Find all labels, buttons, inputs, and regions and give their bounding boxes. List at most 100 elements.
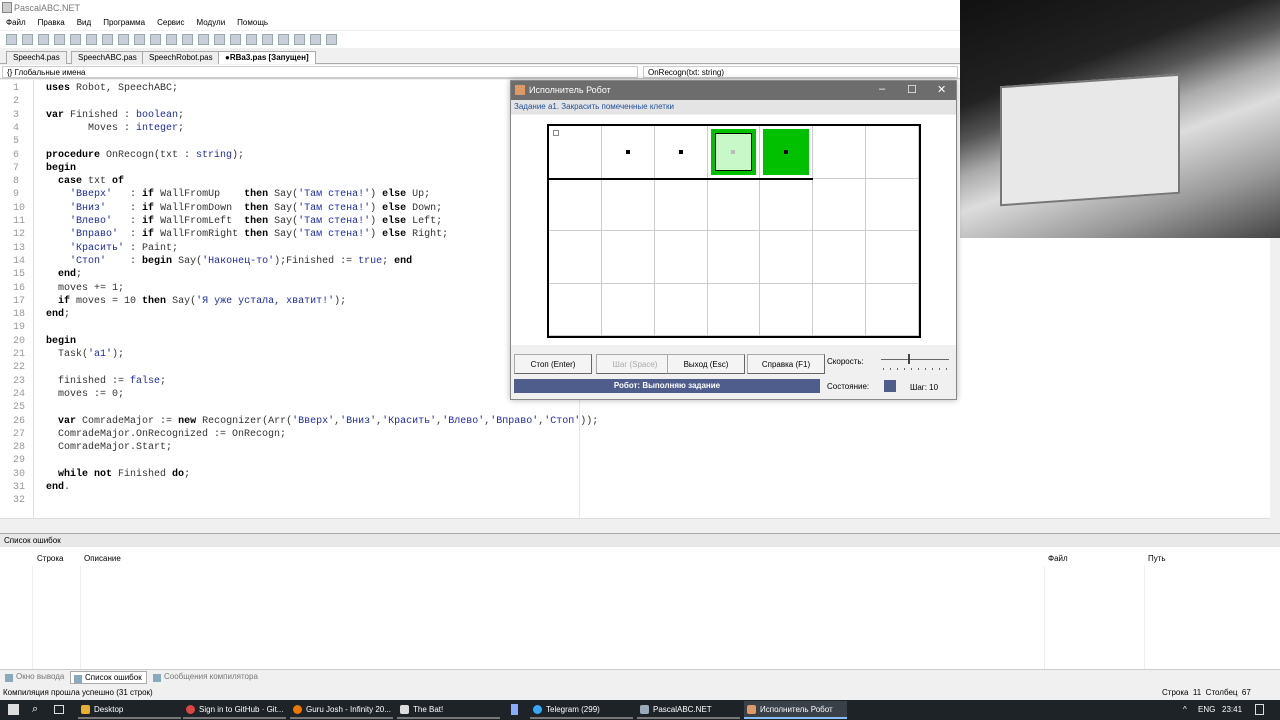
tab-speechabc[interactable]: SpeechABC.pas	[71, 51, 144, 64]
find-icon[interactable]	[150, 34, 161, 45]
search-icon[interactable]: ⌕	[32, 703, 38, 716]
clock[interactable]: 23:41	[1222, 705, 1242, 714]
close-button[interactable]: ✕	[937, 83, 946, 96]
code-line[interactable]: 'Красить' : Paint;	[46, 243, 178, 254]
output-icon[interactable]	[278, 34, 289, 45]
code-line[interactable]: ComradeMajor.OnRecognized := OnRecogn;	[46, 429, 286, 440]
menu-edit[interactable]: Правка	[32, 16, 71, 29]
open-icon[interactable]	[22, 34, 33, 45]
module-icon[interactable]	[310, 34, 321, 45]
tab-compiler-messages[interactable]: Сообщения компилятора	[150, 671, 262, 684]
save-all-icon[interactable]	[54, 34, 65, 45]
console-icon[interactable]	[262, 34, 273, 45]
column-path[interactable]: Путь	[1148, 554, 1166, 563]
menu-help[interactable]: Помощь	[231, 16, 274, 29]
taskbar-music[interactable]: Guru Josh - Infinity 20...	[290, 701, 393, 719]
task-view-icon[interactable]	[54, 705, 64, 714]
menu-file[interactable]: Файл	[0, 16, 32, 29]
undo-icon[interactable]	[118, 34, 129, 45]
tab-rba3[interactable]: ●RBa3.pas [Запущен]	[218, 51, 316, 64]
code-line[interactable]: finished := false;	[46, 376, 166, 387]
exit-button[interactable]: Выход (Esc)	[667, 354, 745, 374]
horizontal-scrollbar[interactable]	[0, 518, 1270, 530]
code-line[interactable]: procedure OnRecogn(txt : string);	[46, 150, 244, 161]
help-button[interactable]: Справка (F1)	[747, 354, 825, 374]
copy-icon[interactable]	[86, 34, 97, 45]
step-icon[interactable]	[214, 34, 225, 45]
redo-icon[interactable]	[134, 34, 145, 45]
column-file[interactable]: Файл	[1048, 554, 1068, 563]
app-icon[interactable]	[511, 704, 518, 715]
webcam-overlay	[960, 0, 1280, 238]
new-file-icon[interactable]	[6, 34, 17, 45]
line-number: 28	[13, 442, 26, 454]
format-icon[interactable]	[294, 34, 305, 45]
code-line[interactable]: Task('a1');	[46, 349, 124, 360]
stop-button[interactable]: Стоп (Enter)	[514, 354, 592, 374]
step-over-icon[interactable]	[246, 34, 257, 45]
code-line[interactable]: ComradeMajor.Start;	[46, 442, 172, 453]
menu-view[interactable]: Вид	[71, 16, 97, 29]
member-dropdown[interactable]: OnRecogn(txt: string)	[643, 66, 958, 78]
code-token: Say(	[268, 189, 299, 201]
menu-service[interactable]: Сервис	[151, 16, 190, 29]
cut-icon[interactable]	[70, 34, 81, 45]
tab-speechrobot[interactable]: SpeechRobot.pas	[142, 51, 220, 64]
paste-icon[interactable]	[102, 34, 113, 45]
column-description[interactable]: Описание	[84, 554, 121, 563]
tab-speech4[interactable]: Speech4.pas	[6, 51, 67, 64]
code-line[interactable]: moves += 1;	[46, 283, 124, 294]
column-line[interactable]: Строка	[37, 554, 63, 563]
taskbar-robot[interactable]: Исполнитель Робот	[744, 701, 847, 719]
speed-slider-thumb[interactable]	[908, 354, 911, 364]
code-line[interactable]: 'Влево' : if WallFromLeft then Say('Там …	[46, 216, 442, 227]
code-line[interactable]: end;	[46, 309, 70, 320]
code-line[interactable]: while not Finished do;	[46, 469, 190, 480]
code-line[interactable]: var Finished : boolean;	[46, 110, 184, 121]
code-token: )	[370, 229, 383, 241]
code-token: 'Вправо'	[490, 415, 539, 427]
code-line[interactable]: uses Robot, SpeechABC;	[46, 83, 178, 94]
code-line[interactable]: Moves : integer;	[46, 123, 184, 134]
code-line[interactable]: begin	[46, 163, 76, 174]
debug-icon[interactable]	[326, 34, 337, 45]
maximize-button[interactable]: ☐	[907, 83, 917, 96]
notifications-icon[interactable]	[1255, 704, 1264, 715]
taskbar-desktop[interactable]: Desktop	[78, 701, 181, 719]
code-line[interactable]: 'Вниз' : if WallFromDown then Say('Там с…	[46, 203, 442, 214]
windows-start-icon[interactable]	[8, 704, 19, 715]
run-icon[interactable]	[182, 34, 193, 45]
code-line[interactable]: 'Вправо' : if WallFromRight then Say('Та…	[46, 229, 448, 240]
code-token: if	[142, 189, 155, 201]
step-into-icon[interactable]	[230, 34, 241, 45]
code-line[interactable]: end;	[46, 269, 82, 280]
tab-output[interactable]: Окно вывода	[2, 671, 68, 684]
replace-icon[interactable]	[166, 34, 177, 45]
code-line[interactable]: var ComradeMajor := new Recognizer(Arr('…	[46, 416, 598, 427]
taskbar-github[interactable]: Sign in to GitHub · Git...	[183, 701, 286, 719]
code-line[interactable]: 'Стоп' : begin Say('Наконец-то');Finishe…	[46, 256, 412, 267]
line-number: 27	[13, 428, 26, 440]
speed-slider-track[interactable]	[881, 359, 949, 360]
step-button[interactable]: Шаг (Space)	[596, 354, 674, 374]
stop-icon[interactable]	[198, 34, 209, 45]
language-indicator[interactable]: ENG	[1198, 705, 1215, 714]
menu-modules[interactable]: Модули	[191, 16, 232, 29]
taskbar-pascalabc[interactable]: PascalABC.NET	[637, 701, 740, 719]
save-icon[interactable]	[38, 34, 49, 45]
code-line[interactable]: case txt of	[46, 176, 124, 187]
code-line[interactable]: end.	[46, 482, 70, 493]
tray-chevron-icon[interactable]: ^	[1183, 705, 1187, 714]
scope-dropdown[interactable]: {} Глобальные имена	[2, 66, 638, 78]
code-line[interactable]: moves := 0;	[46, 389, 124, 400]
taskbar-telegram[interactable]: Telegram (299)	[530, 701, 633, 719]
code-line[interactable]: if moves = 10 then Say('Я уже устала, хв…	[46, 296, 346, 307]
code-line[interactable]: 'Вверх' : if WallFromUp then Say('Там ст…	[46, 189, 430, 200]
code-line[interactable]: begin	[46, 336, 76, 347]
tab-error-list[interactable]: Список ошибок	[70, 671, 147, 684]
bottom-tabs: Окно вывода Список ошибок Сообщения комп…	[0, 669, 1280, 684]
code-token: boolean	[136, 109, 179, 121]
minimize-button[interactable]: –	[879, 83, 885, 95]
menu-program[interactable]: Программа	[97, 16, 151, 29]
taskbar-thebat[interactable]: The Bat!	[397, 701, 500, 719]
